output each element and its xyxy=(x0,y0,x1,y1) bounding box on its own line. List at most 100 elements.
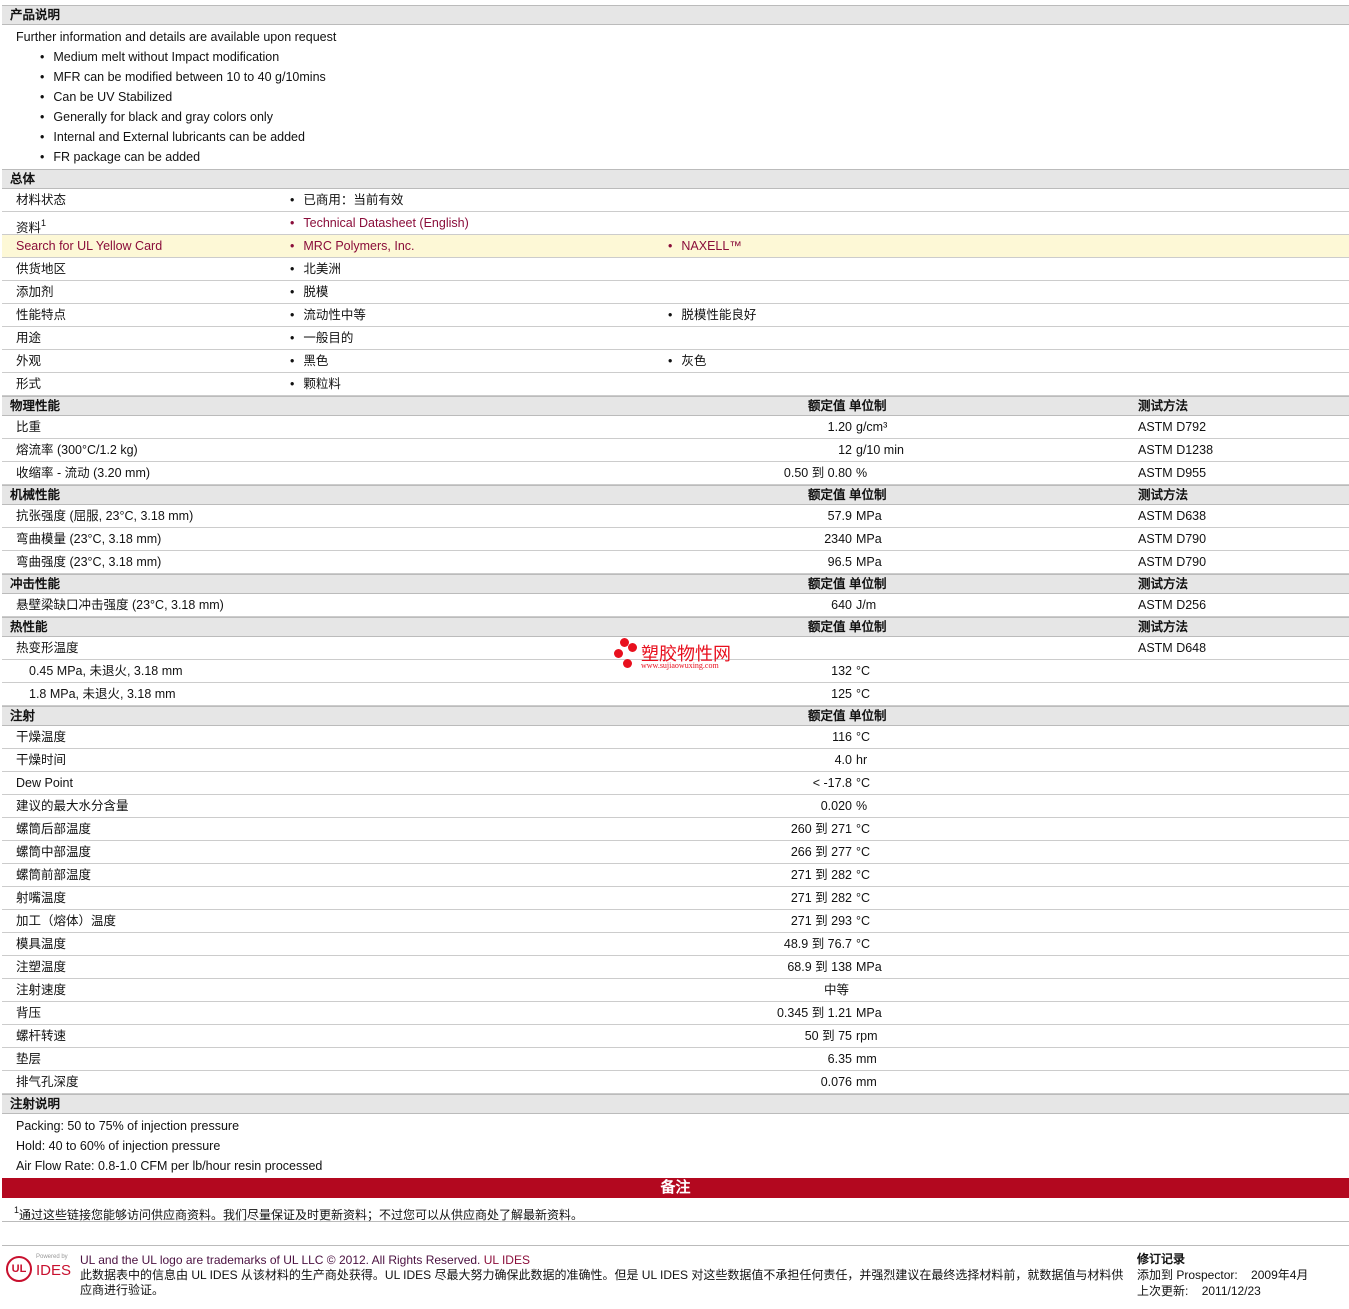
section-title: 总体 xyxy=(10,172,36,186)
powered-by-text: Powered by xyxy=(36,1254,68,1260)
property-label: Dew Point xyxy=(16,776,73,790)
property-unit: °C xyxy=(856,776,871,790)
property-row: 螺筒中部温度 266 到 277 °C xyxy=(2,841,1349,864)
row-label-text: 材料状态 xyxy=(16,193,67,207)
property-label: 射嘴温度 xyxy=(16,891,67,905)
property-value: 0.50 到 0.80 xyxy=(783,466,852,480)
property-label: 垫层 xyxy=(16,1052,42,1066)
general-row: 性能特点 流动性中等 脱模性能良好 xyxy=(2,304,1349,327)
property-value: 0.345 到 1.21 xyxy=(776,1006,852,1020)
property-unit: °C xyxy=(856,891,871,905)
general-row: 形式 颗粒料 xyxy=(2,373,1349,396)
section-title: 机械性能 xyxy=(10,488,61,502)
injection-note: Hold: 40 to 60% of injection pressure xyxy=(16,1139,221,1153)
section-title: 注射说明 xyxy=(10,1097,61,1111)
updated-label: 上次更新: xyxy=(1137,1284,1189,1298)
property-row: 弯曲强度 (23°C, 3.18 mm) 96.5 MPa ASTM D790 xyxy=(2,551,1349,574)
test-method-header: 测试方法 xyxy=(1138,577,1189,591)
row-label: 外观 xyxy=(16,350,41,372)
property-value: 271 到 293 xyxy=(790,914,852,928)
property-row: 悬壁梁缺口冲击强度 (23°C, 3.18 mm) 640 J/m ASTM D256 xyxy=(2,594,1349,617)
property-value: 12 xyxy=(838,443,852,457)
trademark-text: UL and the UL logo are trademarks of UL … xyxy=(80,1253,481,1267)
value-unit-header: 额定值 单位制 xyxy=(808,620,887,634)
property-label: 螺筒中部温度 xyxy=(16,845,92,859)
property-row: 螺筒后部温度 260 到 271 °C xyxy=(2,818,1349,841)
ul-ides-link[interactable]: UL IDES xyxy=(484,1253,530,1267)
value-item: 北美洲 xyxy=(290,258,341,280)
section-product-description: 产品说明 xyxy=(2,5,1349,25)
updated-value: 2011/12/23 xyxy=(1201,1284,1261,1298)
property-unit: °C xyxy=(856,937,871,951)
general-row: 外观 黑色 灰色 xyxy=(2,350,1349,373)
property-row: 螺筒前部温度 271 到 282 °C xyxy=(2,864,1349,887)
property-value: 271 到 282 xyxy=(790,868,852,882)
property-row: 射嘴温度 271 到 282 °C xyxy=(2,887,1349,910)
property-label: 注塑温度 xyxy=(16,960,67,974)
property-value: 132 xyxy=(831,664,852,678)
injection-notes: Packing: 50 to 75% of injection pressure… xyxy=(2,1114,1349,1178)
revision-history: 修订记录 添加到 Prospector: 2009年4月 上次更新: 2011/… xyxy=(1137,1251,1308,1299)
property-unit: MPa xyxy=(856,555,882,569)
link-item[interactable]: NAXELL™ xyxy=(668,235,741,257)
property-value: 96.5 xyxy=(827,555,852,569)
property-row: 螺杆转速 50 到 75 rpm xyxy=(2,1025,1349,1048)
description-bullet: Can be UV Stabilized xyxy=(40,87,1349,107)
property-row: 收缩率 - 流动 (3.20 mm) 0.50 到 0.80% ASTM D955 xyxy=(2,462,1349,485)
property-label: 收缩率 - 流动 (3.20 mm) xyxy=(16,466,151,480)
property-value: 116 xyxy=(832,730,852,744)
property-label: 弯曲模量 (23°C, 3.18 mm) xyxy=(16,532,162,546)
general-row: 供货地区 北美洲 xyxy=(2,258,1349,281)
value-item: 流动性中等 xyxy=(290,304,366,326)
value-item: 灰色 xyxy=(668,350,706,372)
row-label-text: 形式 xyxy=(16,377,42,391)
ul-logo-icon: UL xyxy=(6,1256,32,1282)
general-row: 材料状态 已商用：当前有效 xyxy=(2,189,1349,212)
section-title: 物理性能 xyxy=(10,399,61,413)
injection-note: Air Flow Rate: 0.8-1.0 CFM per lb/hour r… xyxy=(16,1159,323,1173)
revision-title: 修订记录 xyxy=(1137,1252,1186,1266)
datasheet: 产品说明 Further information and details are … xyxy=(2,5,1349,1246)
section-0: 物理性能 额定值 单位制 测试方法 xyxy=(2,396,1349,416)
property-value: 2340 xyxy=(824,532,852,546)
test-method: ASTM D256 xyxy=(1138,598,1207,612)
value-unit-header: 额定值 单位制 xyxy=(808,709,887,723)
ides-logo-text: IDES xyxy=(36,1262,72,1279)
property-value: 中等 xyxy=(824,983,850,997)
row-label[interactable]: Search for UL Yellow Card xyxy=(16,235,162,257)
general-row: 资料1 Technical Datasheet (English) xyxy=(2,212,1349,235)
property-value: 260 到 271 xyxy=(790,822,852,836)
value-item: 脱模性能良好 xyxy=(668,304,756,326)
property-label: 螺杆转速 xyxy=(16,1029,67,1043)
property-unit: °C xyxy=(856,730,871,744)
property-label: 抗张强度 (屈服, 23°C, 3.18 mm) xyxy=(16,509,194,523)
property-unit: mm xyxy=(856,1052,877,1066)
property-unit: MPa xyxy=(856,1006,882,1020)
description-bullet: Internal and External lubricants can be … xyxy=(40,127,1349,147)
link-item[interactable]: Technical Datasheet (English) xyxy=(290,212,468,234)
property-unit: J/m xyxy=(856,598,877,612)
section-1: 机械性能 额定值 单位制 测试方法 xyxy=(2,485,1349,505)
property-unit: °C xyxy=(856,664,871,678)
section-title: 注射 xyxy=(10,709,36,723)
added-label: 添加到 Prospector: xyxy=(1137,1268,1238,1282)
property-unit: °C xyxy=(856,822,871,836)
link-item[interactable]: MRC Polymers, Inc. xyxy=(290,235,414,257)
property-value: 6.35 xyxy=(827,1052,852,1066)
value-item: 脱模 xyxy=(290,281,328,303)
section-title: 热性能 xyxy=(10,620,48,634)
general-row: 添加剂 脱模 xyxy=(2,281,1349,304)
footnote-text: 通过这些链接您能够访问供应商资料。我们尽量保证及时更新资料；不过您可以从供应商处… xyxy=(19,1208,584,1222)
section-title: 产品说明 xyxy=(10,8,61,22)
property-unit: °C xyxy=(856,868,871,882)
section-3: 热性能 额定值 单位制 测试方法 xyxy=(2,617,1349,637)
property-label: 排气孔深度 xyxy=(16,1075,79,1089)
spacer xyxy=(2,1222,1349,1246)
row-label-text: 外观 xyxy=(16,354,42,368)
property-value: 4.0 xyxy=(834,753,852,767)
property-label: 螺筒前部温度 xyxy=(16,868,92,882)
property-row: 排气孔深度 0.076 mm xyxy=(2,1071,1349,1094)
property-row: 比重 1.20 g/cm³ ASTM D792 xyxy=(2,416,1349,439)
test-method: ASTM D792 xyxy=(1138,420,1207,434)
test-method: ASTM D648 xyxy=(1138,641,1207,655)
